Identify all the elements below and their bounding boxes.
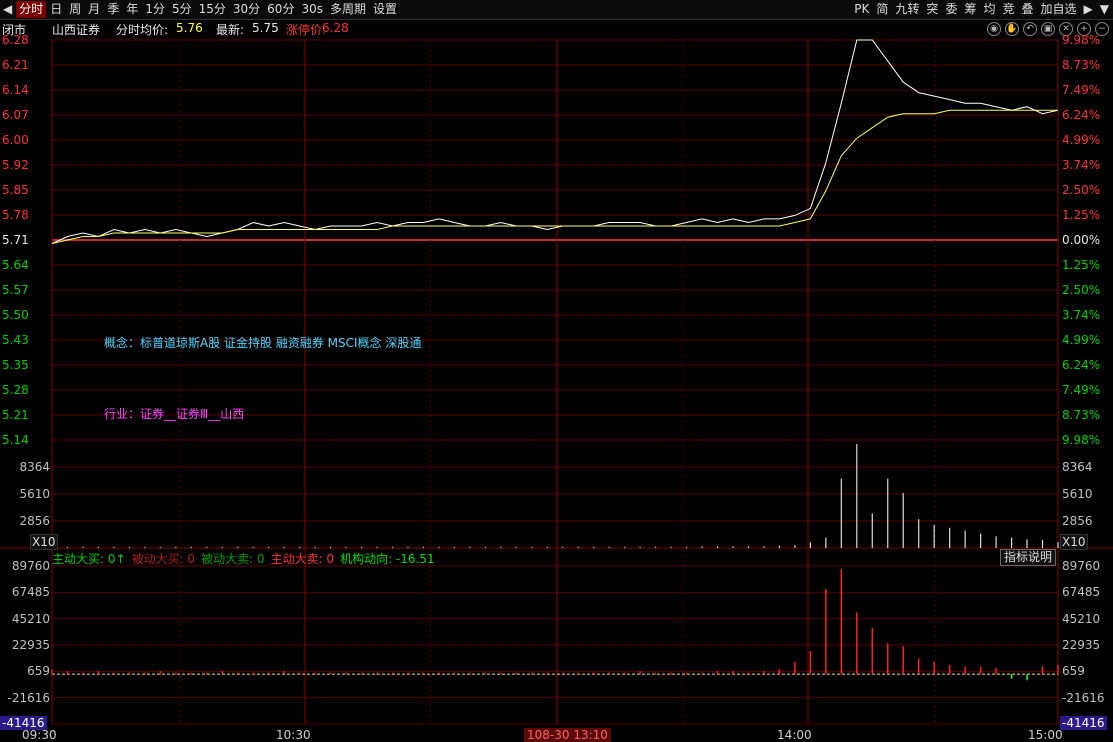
industry-tags: 行业：证券__证券Ⅲ__山西 (104, 407, 245, 421)
axis-label: 6.07 (2, 108, 29, 122)
axis-label: 3.74% (1062, 308, 1101, 322)
axis-label: 6.14 (2, 83, 29, 97)
axis-label: 5.14 (2, 433, 29, 447)
concept-tags: 概念：标普道琼斯A股 证金持股 融资融券 MSCI概念 深股通 (104, 336, 422, 350)
time-label: 14:00 (777, 728, 812, 742)
axis-label: 5.92 (2, 158, 29, 172)
flow-axis-label: 67485 (1062, 585, 1101, 600)
time-axis: 09:30 10:30 108-30 13:10 14:00 15:00 (0, 728, 1113, 742)
axis-label: 3.74% (1062, 158, 1101, 172)
axis-label: 5.28 (2, 383, 29, 397)
axis-label: 1.25% (1062, 208, 1101, 222)
axis-label: 2.50% (1062, 183, 1101, 197)
flow-stat: 机构动向: -16.51 (340, 552, 435, 566)
axis-label: 5.71 (2, 233, 29, 247)
volume-axis-label: 8364 (1062, 460, 1093, 474)
axis-label: 2.50% (1062, 283, 1101, 297)
flow-axis-label: 22935 (11, 638, 50, 652)
axis-label: 5.50 (2, 308, 29, 322)
flow-axis-label: 45210 (1062, 611, 1101, 626)
axis-label: 5.43 (2, 333, 29, 347)
axis-label: 9.98% (1062, 33, 1101, 47)
volume-axis-label: 2856 (1062, 514, 1093, 528)
time-label: 15:00 (1028, 728, 1063, 742)
flow-axis-label: 67485 (11, 585, 50, 600)
time-label: 108-30 13:10 (524, 728, 611, 742)
flow-stat: 被动大卖: 0 (201, 552, 265, 566)
axis-label: 5.64 (2, 258, 29, 272)
flow-axis-label: 659 (1062, 664, 1085, 679)
flow-axis-label: -21616 (7, 690, 50, 705)
flow-stat: 被动大买: 0 (131, 552, 196, 566)
avg-price-line (51, 109, 1058, 244)
axis-label: 1.25% (1062, 258, 1101, 272)
indicator-explain-button[interactable]: 指标说明 (1000, 549, 1057, 566)
axis-label: 4.99% (1062, 333, 1101, 347)
flow-stat: 主动大买: 0↑ (52, 552, 126, 566)
volume-multiplier-left: X10 (30, 534, 58, 550)
axis-label: 5.21 (2, 408, 29, 422)
flow-stat: 主动大卖: 0 (270, 552, 335, 566)
flow-axis-label: 659 (27, 664, 50, 679)
axis-label: 0.00% (1062, 233, 1101, 247)
flow-axis-label: -21616 (1062, 690, 1105, 705)
flow-axis-label: 22935 (1062, 638, 1101, 652)
axis-label: 5.85 (2, 183, 29, 197)
axis-label: 5.57 (2, 283, 29, 297)
flow-axis-label: 45210 (11, 611, 50, 626)
volume-axis-label: 5610 (19, 487, 50, 501)
price-line (51, 39, 1059, 244)
axis-label: 6.24% (1062, 358, 1101, 372)
axis-label: 5.78 (2, 208, 29, 222)
axis-label: 5.35 (2, 358, 29, 372)
axis-label: 7.49% (1062, 83, 1101, 97)
axis-label: 8.73% (1062, 58, 1101, 72)
axis-label: 8.73% (1062, 408, 1101, 422)
volume-axis-label: 2856 (19, 514, 50, 528)
axis-label: 4.99% (1062, 133, 1101, 147)
axis-label: 6.00 (2, 133, 29, 147)
time-label: 10:30 (276, 728, 311, 742)
flow-panel-header: 主动大买: 0↑ 被动大买: 0 被动大卖: 0 主动大卖: 0 机构动向: -16.5… (52, 550, 441, 567)
intraday-chart[interactable] (0, 0, 1113, 742)
axis-label: 9.98% (1062, 433, 1101, 447)
axis-label: 6.24% (1062, 108, 1101, 122)
axis-label: 6.28 (2, 33, 29, 47)
volume-axis-label: 5610 (1062, 487, 1093, 501)
axis-label: 6.21 (2, 58, 29, 72)
volume-axis-label: 8364 (19, 460, 50, 474)
flow-axis-label: 89760 (11, 559, 50, 573)
time-label: 09:30 (22, 728, 57, 742)
axis-label: 7.49% (1062, 383, 1101, 397)
flow-axis-label: 89760 (1062, 559, 1101, 573)
volume-multiplier-right: X10 (1060, 534, 1088, 550)
